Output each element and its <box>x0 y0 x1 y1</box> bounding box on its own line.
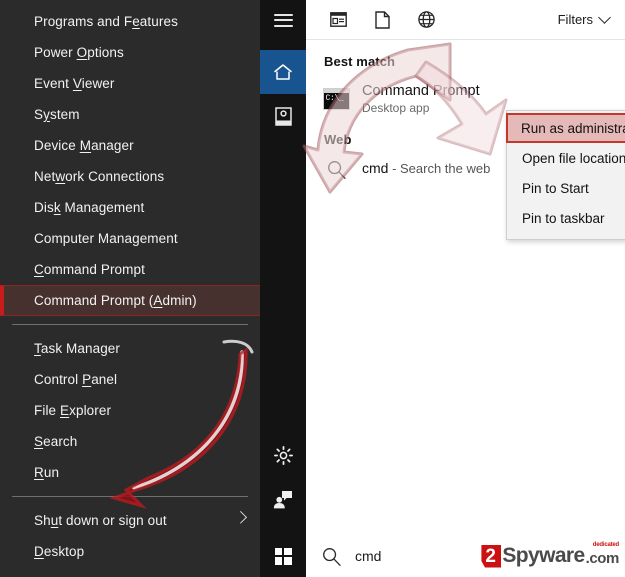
taskbar: cmd 2 Spyware dedicated .com <box>260 535 625 577</box>
rail-item-feedback[interactable] <box>260 477 306 521</box>
winx-item-network-connections[interactable]: Network Connections <box>0 161 260 192</box>
watermark-mark: 2 <box>481 544 502 568</box>
winx-item-label: Shut down or sign out <box>34 513 167 528</box>
winx-item-disk-management[interactable]: Disk Management <box>0 192 260 223</box>
winx-item-shut-down-or-sign-out[interactable]: Shut down or sign out <box>0 505 260 536</box>
watermark-domain: dedicated .com <box>585 542 620 567</box>
winx-item-system[interactable]: System <box>0 99 260 130</box>
winx-item-label: Control Panel <box>34 372 118 387</box>
watermark-mark-char: 2 <box>485 545 496 567</box>
screenshot-root: Programs and Features Power Options Even… <box>0 0 625 577</box>
winx-item-label: Disk Management <box>34 200 145 215</box>
taskbar-search-value: cmd <box>355 548 382 564</box>
winx-item-control-panel[interactable]: Control Panel <box>0 364 260 395</box>
winx-item-label: Desktop <box>34 544 85 559</box>
winx-item-label: System <box>34 107 80 122</box>
web-icon <box>417 11 435 28</box>
winx-item-file-explorer[interactable]: File Explorer <box>0 395 260 426</box>
result-title: Command Prompt <box>362 83 480 99</box>
winx-item-label: File Explorer <box>34 403 112 418</box>
rail-bottom-group <box>260 433 306 535</box>
documents-icon <box>374 10 390 29</box>
winx-item-desktop[interactable]: Desktop <box>0 536 260 567</box>
watermark-word: Spyware <box>502 544 585 567</box>
winx-item-run[interactable]: Run <box>0 457 260 488</box>
winx-item-label: Command Prompt (Admin) <box>34 293 197 308</box>
winx-item-task-manager[interactable]: Task Manager <box>0 333 260 364</box>
home-icon <box>274 64 292 80</box>
context-menu-item-label: Open file location <box>522 150 625 166</box>
search-icon <box>322 160 350 179</box>
web-filter-button[interactable] <box>404 1 448 39</box>
photos-icon <box>274 106 292 126</box>
context-menu-item-label: Pin to Start <box>522 180 589 196</box>
winx-item-computer-management[interactable]: Computer Management <box>0 223 260 254</box>
winx-item-label: Computer Management <box>34 231 178 246</box>
winx-item-label: Programs and Features <box>34 14 178 29</box>
chevron-down-icon <box>598 11 611 24</box>
result-subtitle: Desktop app <box>362 101 430 116</box>
search-top-strip: Filters <box>260 0 625 40</box>
winx-item-label: Search <box>34 434 78 449</box>
winx-item-label: Network Connections <box>34 169 165 184</box>
context-menu-item-label: Pin to taskbar <box>522 210 605 226</box>
result-text-block: Command Prompt Desktop app <box>362 82 480 117</box>
chevron-right-icon <box>234 510 248 524</box>
apps-icon <box>329 12 347 27</box>
context-menu: Run as administrator Open file location … <box>506 110 625 240</box>
context-menu-item-run-as-administrator[interactable]: Run as administrator <box>506 113 625 143</box>
rail-item-home[interactable] <box>260 50 306 94</box>
apps-filter-button[interactable] <box>316 1 360 39</box>
gear-icon <box>273 445 293 465</box>
rail-item-collections[interactable] <box>260 94 306 138</box>
best-match-header: Best match <box>324 54 396 69</box>
search-pane-body: Best match C:\_ Command Prompt Desktop a… <box>260 40 625 535</box>
watermark-domain-text: .com <box>585 550 620 567</box>
winx-item-label: Device Manager <box>34 138 134 153</box>
context-menu-item-pin-to-taskbar[interactable]: Pin to taskbar <box>507 203 625 233</box>
win-x-power-user-menu: Programs and Features Power Options Even… <box>0 0 260 577</box>
command-prompt-icon-glyph: C:\_ <box>325 94 344 104</box>
search-nav-rail <box>260 40 306 535</box>
hamburger-menu-button[interactable] <box>260 0 306 40</box>
documents-filter-button[interactable] <box>360 1 404 39</box>
winx-item-label: Event Viewer <box>34 76 115 91</box>
search-icon <box>323 547 341 566</box>
web-result-tail: - Search the web <box>388 161 491 177</box>
search-results: Best match C:\_ Command Prompt Desktop a… <box>302 40 625 535</box>
winx-item-search[interactable]: Search <box>0 426 260 457</box>
command-prompt-icon: C:\_ <box>322 88 350 111</box>
winx-item-label: Run <box>34 465 60 480</box>
web-result-query: cmd <box>362 160 389 177</box>
watermark-superscript: dedicated <box>592 542 619 548</box>
winx-item-programs-and-features[interactable]: Programs and Features <box>0 6 260 37</box>
winx-item-label: Task Manager <box>34 341 120 356</box>
menu-separator <box>12 496 248 497</box>
winx-item-label: Power Options <box>34 45 124 60</box>
winx-item-power-options[interactable]: Power Options <box>0 37 260 68</box>
search-toolbar: Filters <box>306 0 625 40</box>
context-menu-item-pin-to-start[interactable]: Pin to Start <box>507 173 625 203</box>
winx-item-event-viewer[interactable]: Event Viewer <box>0 68 260 99</box>
feedback-icon <box>273 490 292 508</box>
start-button[interactable] <box>260 535 306 577</box>
search-pane: Filters Best match C:\_ Command Prompt D… <box>260 0 625 577</box>
context-menu-item-open-file-location[interactable]: Open file location <box>507 143 625 173</box>
hamburger-icon <box>273 10 293 30</box>
winx-item-label: Command Prompt <box>34 262 145 277</box>
winx-item-command-prompt[interactable]: Command Prompt <box>0 254 260 285</box>
rail-item-settings[interactable] <box>260 433 306 477</box>
menu-separator <box>12 324 248 325</box>
site-watermark: 2 Spyware dedicated .com <box>481 542 620 568</box>
winx-item-command-prompt-admin[interactable]: Command Prompt (Admin) <box>0 285 260 316</box>
filters-label: Filters <box>557 12 593 27</box>
winx-item-device-manager[interactable]: Device Manager <box>0 130 260 161</box>
filters-dropdown[interactable]: Filters <box>557 11 613 27</box>
context-menu-item-label: Run as administrator <box>521 120 625 136</box>
web-result-text: cmd - Search the web <box>362 160 490 178</box>
windows-logo-icon <box>274 547 292 565</box>
